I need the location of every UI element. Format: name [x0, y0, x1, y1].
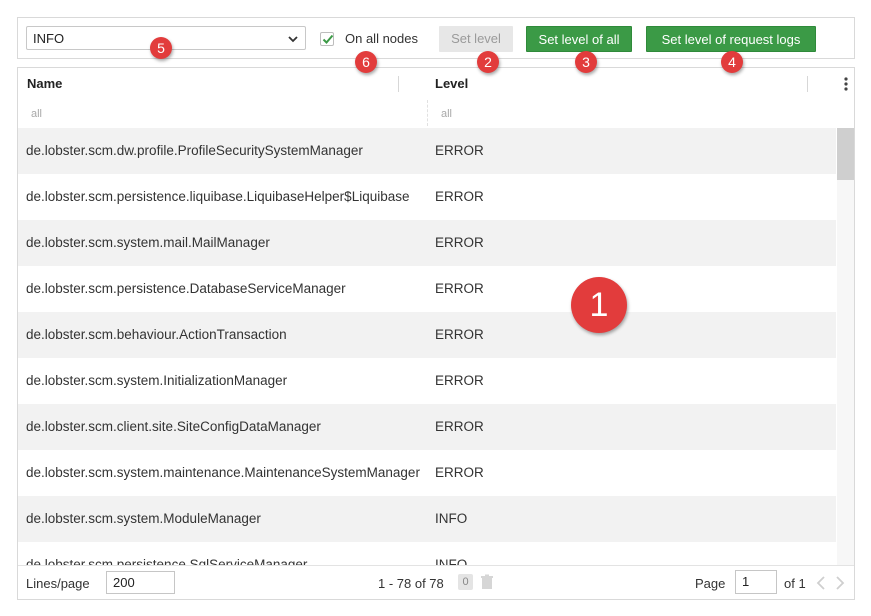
set-level-request-logs-button[interactable]: Set level of request logs — [646, 26, 816, 52]
callout-marker-1: 1 — [571, 277, 627, 333]
cell-name: de.lobster.scm.persistence.DatabaseServi… — [26, 281, 346, 296]
table-row[interactable]: de.lobster.scm.system.mail.MailManager E… — [18, 220, 836, 266]
table-row[interactable]: de.lobster.scm.system.InitializationMana… — [18, 358, 836, 404]
table-row[interactable]: de.lobster.scm.client.site.SiteConfigDat… — [18, 404, 836, 450]
cell-level: ERROR — [435, 281, 484, 296]
table-row[interactable]: de.lobster.scm.system.maintenance.Mainte… — [18, 450, 836, 496]
lines-per-page-label: Lines/page — [26, 576, 90, 591]
column-resize-handle[interactable] — [398, 76, 399, 92]
callout-marker-3: 3 — [575, 51, 597, 73]
table-row[interactable]: de.lobster.scm.persistence.liquibase.Liq… — [18, 174, 836, 220]
record-range-text: 1 - 78 of 78 — [378, 576, 444, 591]
vertical-scrollbar[interactable] — [837, 128, 854, 565]
grid-footer: Lines/page 200 1 - 78 of 78 0 Page 1 of … — [18, 565, 854, 599]
table-row[interactable]: de.lobster.scm.system.ModuleManager INFO — [18, 496, 836, 542]
logger-grid: Name Level all all de.lobster.scm.dw.pro… — [17, 67, 855, 600]
cell-level: ERROR — [435, 189, 484, 204]
on-all-nodes-checkbox[interactable] — [320, 32, 334, 46]
table-row[interactable]: de.lobster.scm.persistence.DatabaseServi… — [18, 266, 836, 312]
chevron-down-icon — [288, 36, 298, 43]
table-row[interactable]: de.lobster.scm.persistence.SqlServiceMan… — [18, 542, 836, 565]
column-header-level[interactable]: Level — [435, 76, 468, 91]
callout-marker-2: 2 — [477, 51, 499, 73]
table-row[interactable]: de.lobster.scm.behaviour.ActionTransacti… — [18, 312, 836, 358]
filter-name-input[interactable]: all — [31, 108, 42, 120]
chevron-right-icon[interactable] — [834, 575, 846, 591]
cell-name: de.lobster.scm.persistence.liquibase.Liq… — [26, 189, 410, 204]
cell-level: ERROR — [435, 143, 484, 158]
column-header-name[interactable]: Name — [27, 76, 62, 91]
cell-name: de.lobster.scm.behaviour.ActionTransacti… — [26, 327, 287, 342]
cell-level: ERROR — [435, 373, 484, 388]
page-number-input[interactable]: 1 — [735, 570, 777, 594]
chevron-left-icon[interactable] — [815, 575, 827, 591]
cell-level: ERROR — [435, 419, 484, 434]
checkmark-icon — [322, 34, 334, 44]
cell-level: ERROR — [435, 235, 484, 250]
cell-level: INFO — [435, 511, 468, 526]
callout-marker-6: 6 — [355, 51, 377, 73]
trash-icon[interactable] — [480, 574, 494, 590]
cell-name: de.lobster.scm.client.site.SiteConfigDat… — [26, 419, 321, 434]
selected-count-badge: 0 — [458, 574, 473, 590]
set-level-of-all-button[interactable]: Set level of all — [526, 26, 632, 52]
cell-name: de.lobster.scm.persistence.SqlServiceMan… — [26, 557, 308, 565]
callout-marker-5: 5 — [150, 37, 172, 59]
cell-level: INFO — [435, 557, 468, 565]
scrollbar-thumb[interactable] — [837, 128, 854, 180]
grid-header: Name Level all all — [18, 68, 854, 128]
cell-name: de.lobster.scm.dw.profile.ProfileSecurit… — [26, 143, 363, 158]
column-resize-handle[interactable] — [807, 76, 808, 92]
grid-rows: de.lobster.scm.dw.profile.ProfileSecurit… — [18, 128, 836, 565]
callout-marker-4: 4 — [721, 51, 743, 73]
cell-name: de.lobster.scm.system.InitializationMana… — [26, 373, 288, 388]
cell-name: de.lobster.scm.system.ModuleManager — [26, 511, 261, 526]
table-row[interactable]: de.lobster.scm.dw.profile.ProfileSecurit… — [18, 128, 836, 174]
page-label: Page — [695, 576, 726, 591]
column-menu-icon[interactable] — [840, 76, 852, 92]
column-divider — [427, 100, 428, 126]
lines-per-page-input[interactable]: 200 — [106, 571, 175, 594]
filter-level-input[interactable]: all — [441, 108, 452, 120]
cell-name: de.lobster.scm.system.mail.MailManager — [26, 235, 270, 250]
cell-name: de.lobster.scm.system.maintenance.Mainte… — [26, 465, 420, 480]
page-count-text: of 1 — [784, 576, 806, 591]
cell-level: ERROR — [435, 465, 484, 480]
on-all-nodes-label: On all nodes — [345, 31, 418, 46]
set-level-button[interactable]: Set level — [439, 26, 513, 52]
log-level-select-value: INFO — [33, 31, 65, 46]
cell-level: ERROR — [435, 327, 484, 342]
